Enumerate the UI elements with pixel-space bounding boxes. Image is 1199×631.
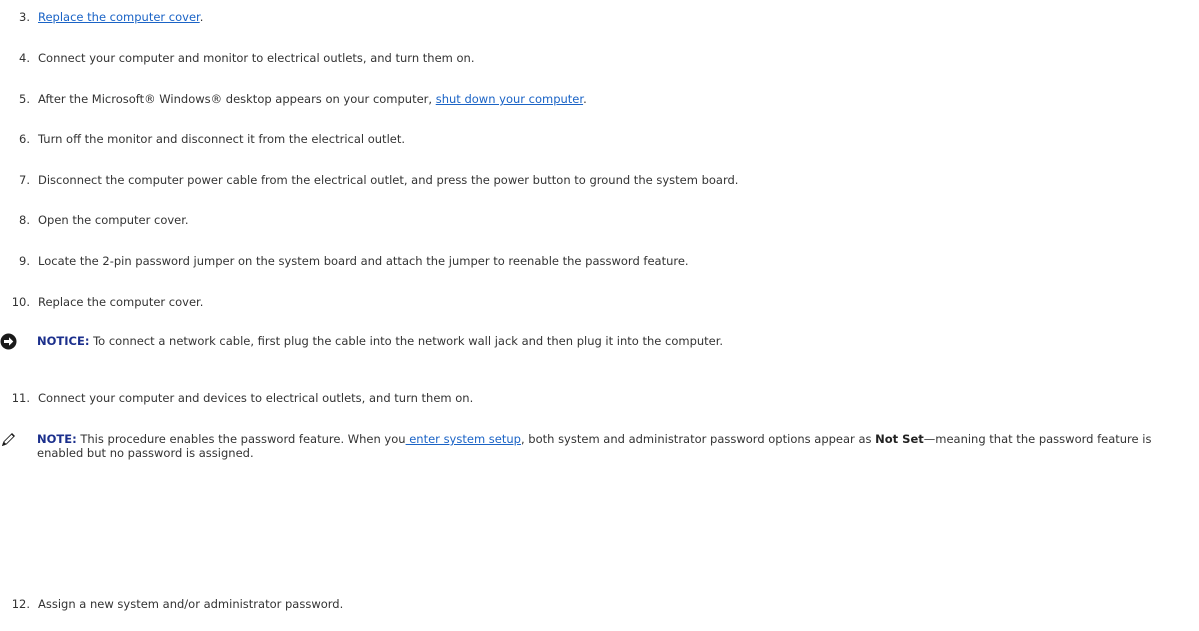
step-text: Turn off the monitor and disconnect it f…	[38, 132, 405, 146]
step-text: Replace the computer cover.	[38, 10, 203, 24]
notice-label: NOTICE:	[37, 334, 90, 348]
step-text: After the Microsoft® Windows® desktop ap…	[38, 92, 587, 106]
step-6: 6. Turn off the monitor and disconnect it…	[0, 132, 405, 146]
notice-text: To connect a network cable, first plug t…	[89, 334, 724, 348]
step-text-segment: .	[199, 10, 204, 24]
note-bold-not-set: Not Set	[875, 432, 924, 446]
note-text-1: This procedure enables the password feat…	[76, 432, 406, 446]
step-number: 9.	[19, 254, 30, 268]
note-body: NOTE: This procedure enables the passwor…	[37, 432, 1195, 460]
step-text-segment: Locate the 2-pin password jumper on the …	[38, 254, 689, 268]
enter-system-setup-link[interactable]: enter system setup	[406, 432, 521, 446]
step-number: 4.	[19, 51, 30, 65]
step-number: 3.	[19, 10, 30, 24]
step-number: 5.	[19, 92, 30, 106]
note-text-2: , both system and administrator password…	[520, 432, 876, 446]
step-text-segment: Connect your computer and devices to ele…	[38, 391, 474, 405]
step-text: Disconnect the computer power cable from…	[38, 173, 738, 187]
step-12: 12. Assign a new system and/or administra…	[0, 597, 344, 611]
step-10: 10. Replace the computer cover.	[0, 295, 204, 309]
step-4: 4. Connect your computer and monitor to e…	[0, 51, 474, 65]
step-text-segment: Disconnect the computer power cable from…	[38, 173, 739, 187]
step-7: 7. Disconnect the computer power cable fr…	[0, 173, 738, 187]
step-11: 11. Connect your computer and devices to …	[0, 391, 474, 405]
step-number: 11.	[11, 391, 30, 405]
step-number: 10.	[11, 295, 30, 309]
step-text: Assign a new system and/or administrator…	[38, 597, 343, 611]
step-9: 9. Locate the 2-pin password jumper on th…	[0, 254, 689, 268]
step-number: 12.	[11, 597, 30, 611]
step-text-segment: Assign a new system and/or administrator…	[38, 597, 344, 611]
step-text-segment: Turn off the monitor and disconnect it f…	[38, 132, 406, 146]
shut-down-your-computer-link[interactable]: shut down your computer	[436, 92, 583, 106]
step-text-segment: .	[583, 92, 587, 106]
step-text: Replace the computer cover.	[38, 295, 203, 309]
notice-circle-arrow-icon	[0, 333, 17, 350]
step-text: Connect your computer and monitor to ele…	[38, 51, 474, 65]
step-text-segment: Open the computer cover.	[38, 213, 189, 227]
step-number: 6.	[19, 132, 30, 146]
replace-the-computer-cover-link[interactable]: Replace the computer cover	[38, 10, 200, 24]
step-5: 5. After the Microsoft® Windows® desktop …	[0, 92, 587, 106]
step-text: Connect your computer and devices to ele…	[38, 391, 473, 405]
step-text: Locate the 2-pin password jumper on the …	[38, 254, 689, 268]
step-text-segment: Connect your computer and monitor to ele…	[38, 51, 475, 65]
note-label: NOTE:	[37, 432, 77, 446]
step-text-segment: After the Microsoft® Windows® desktop ap…	[38, 92, 436, 106]
step-text-segment: Replace the computer cover.	[38, 295, 204, 309]
step-3: 3. Replace the computer cover.	[0, 10, 203, 24]
notice-body: NOTICE: To connect a network cable, firs…	[37, 334, 1195, 348]
pencil-note-icon	[0, 431, 17, 448]
step-number: 8.	[19, 213, 30, 227]
step-8: 8. Open the computer cover.	[0, 213, 189, 227]
step-text: Open the computer cover.	[38, 213, 189, 227]
step-number: 7.	[19, 173, 30, 187]
